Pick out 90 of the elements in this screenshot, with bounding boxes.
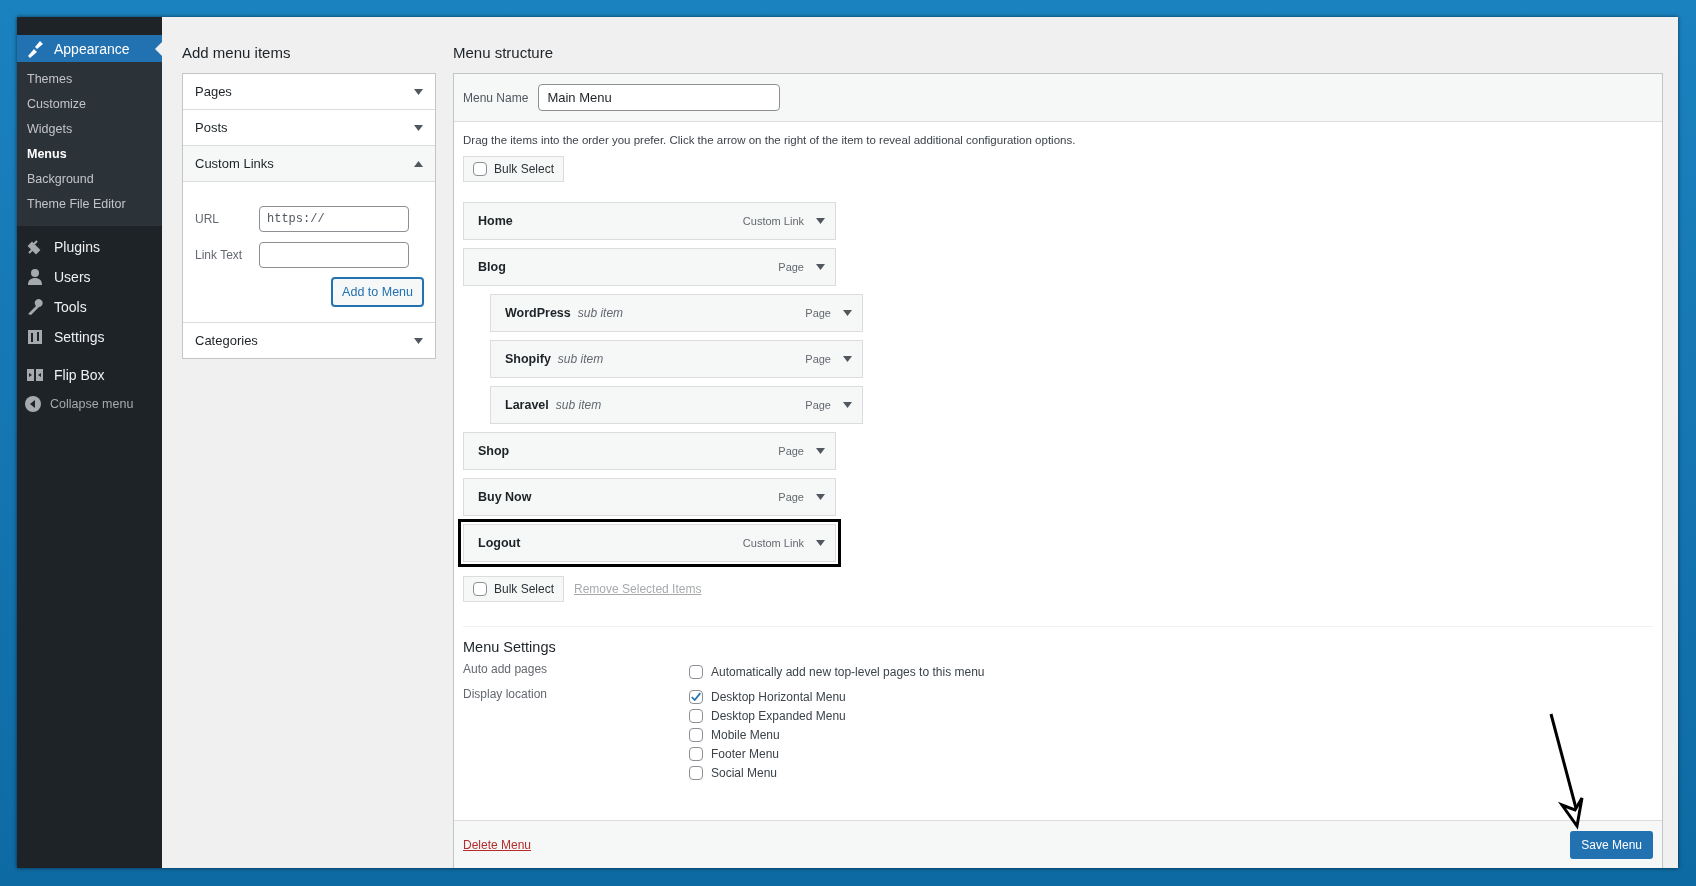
sliders-icon [25, 327, 45, 347]
user-icon [25, 267, 45, 287]
sidebar-item[interactable]: Tools [17, 292, 162, 322]
checkbox[interactable] [689, 664, 703, 679]
checkbox[interactable] [473, 162, 487, 176]
checkbox-label[interactable]: Automatically add new top-level pages to this menu [711, 664, 985, 679]
submenu-item[interactable]: Themes [17, 68, 162, 93]
link-text-field[interactable] [259, 242, 409, 268]
submenu-item[interactable]: Background [17, 168, 162, 193]
checkbox-label[interactable]: Desktop Expanded Menu [711, 708, 846, 723]
sidebar-item[interactable]: Plugins [17, 232, 162, 262]
collapse-menu-button[interactable]: Collapse menu [17, 390, 162, 418]
menu-item-row[interactable]: Home Custom Link [463, 202, 836, 240]
caret-icon[interactable] [414, 124, 423, 131]
brush-icon [25, 38, 45, 59]
field-label: Menu Name [463, 90, 529, 105]
bulk-select-control[interactable]: Bulk Select [463, 576, 565, 602]
section-heading: Menu Settings [463, 639, 556, 655]
setting-label: Display location [463, 687, 549, 703]
submenu-item[interactable]: Theme File Editor [17, 193, 162, 218]
checkbox-label[interactable]: Mobile Menu [711, 727, 780, 742]
submenu-item[interactable]: Customize [17, 93, 162, 118]
caret-icon[interactable] [414, 160, 423, 167]
item-type: Custom Link [742, 215, 804, 227]
item-note: sub item [557, 352, 604, 366]
sidebar-item[interactable]: Settings [17, 322, 162, 352]
checkbox[interactable] [689, 727, 703, 742]
submenu-item[interactable]: Menus [17, 143, 162, 168]
item-type: Custom Link [742, 537, 804, 549]
caret-icon[interactable] [816, 540, 825, 546]
field-label: URL [195, 212, 220, 226]
item-type: Page [778, 491, 804, 503]
caret-icon[interactable] [843, 402, 852, 408]
caret-icon[interactable] [843, 356, 852, 362]
item-title: Logout [478, 536, 521, 550]
menu-item-row[interactable]: WordPress sub item Page [490, 294, 863, 332]
collapse-icon [25, 396, 41, 412]
menu-item-row[interactable]: Buy Now Page [463, 478, 836, 516]
caret-icon[interactable] [816, 264, 825, 270]
item-type: Page [778, 445, 804, 457]
delete-menu-link[interactable]: Delete Menu [463, 837, 532, 852]
url-field[interactable]: https:// [259, 206, 409, 232]
submenu-item[interactable]: Widgets [17, 118, 162, 143]
save-menu-button[interactable]: Save Menu [1570, 830, 1653, 859]
item-type: Page [778, 261, 804, 273]
section-heading: Menu structure [453, 44, 554, 61]
caret-icon[interactable] [843, 310, 852, 316]
menu-item-row[interactable]: Laravel sub item Page [490, 386, 863, 424]
caret-icon[interactable] [816, 448, 825, 454]
item-type: Page [805, 399, 831, 411]
item-type: Page [805, 307, 831, 319]
sidebar-item[interactable]: Flip Box [17, 360, 162, 390]
checkbox[interactable] [689, 765, 703, 780]
menu-item-row[interactable]: Shop Page [463, 432, 836, 470]
sidebar-item[interactable]: Users [17, 262, 162, 292]
section-heading: Add menu items [182, 44, 291, 61]
checkbox-label[interactable]: Footer Menu [711, 746, 780, 761]
menu-item-row[interactable]: Logout Custom Link [463, 524, 836, 562]
caret-icon[interactable] [816, 494, 825, 500]
sidebar-item[interactable]: Appearance [17, 35, 162, 62]
checkbox[interactable] [473, 582, 487, 596]
field-label: Link Text [195, 248, 244, 262]
menu-item-row[interactable]: Shopify sub item Page [490, 340, 863, 378]
item-title: WordPress [505, 306, 571, 320]
setting-label: Auto add pages [463, 662, 549, 678]
bulk-select-control[interactable]: Bulk Select [463, 156, 565, 182]
checkbox[interactable] [689, 746, 703, 761]
accordion-header[interactable]: Custom Links [183, 146, 435, 182]
item-note: sub item [555, 398, 602, 412]
checkbox[interactable] [689, 708, 703, 723]
menu-name-field[interactable]: Main Menu [538, 84, 781, 111]
item-note: sub item [577, 306, 624, 320]
item-title: Laravel [505, 398, 549, 412]
item-title: Blog [478, 260, 506, 274]
add-to-menu-button[interactable]: Add to Menu [332, 278, 423, 306]
caret-icon[interactable] [414, 337, 423, 344]
caret-icon[interactable] [816, 218, 825, 224]
item-title: Shopify [505, 352, 551, 366]
instructions-text: Drag the items into the order you prefer. Click the arrow on the right of the item to reveal additional configuration options. [463, 134, 1077, 146]
item-title: Shop [478, 444, 510, 458]
item-type: Page [805, 353, 831, 365]
checkbox[interactable] [689, 689, 703, 704]
accordion-header[interactable]: Categories [183, 323, 435, 358]
menu-item-row[interactable]: Blog Page [463, 248, 836, 286]
checkbox-label[interactable]: Social Menu [711, 765, 778, 780]
checkbox-label[interactable]: Desktop Horizontal Menu [711, 689, 846, 704]
item-title: Buy Now [478, 490, 532, 504]
caret-icon[interactable] [414, 88, 423, 95]
accordion-header[interactable]: Pages [183, 74, 435, 110]
item-title: Home [478, 214, 513, 228]
